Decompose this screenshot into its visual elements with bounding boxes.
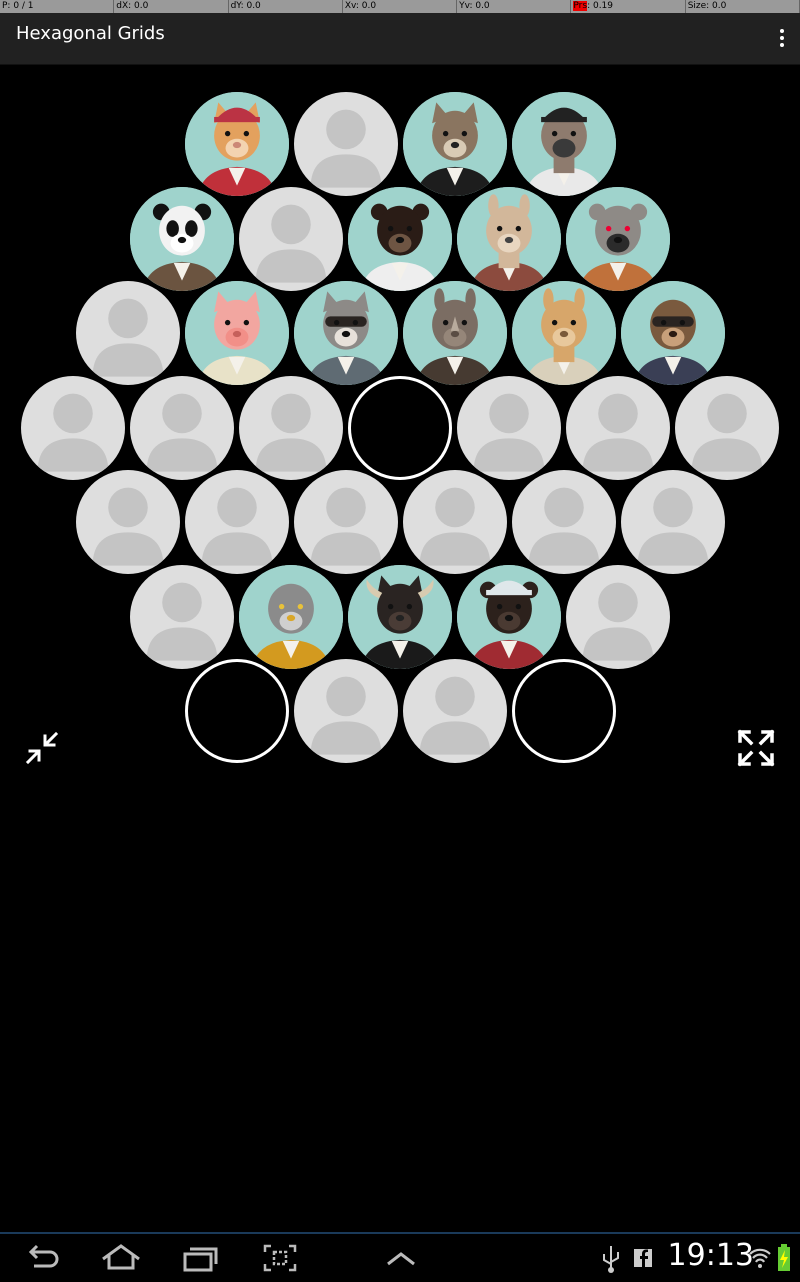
collapse-arrows-icon[interactable] bbox=[20, 726, 64, 770]
cat-portrait-icon bbox=[184, 92, 289, 196]
lemur-portrait-icon bbox=[566, 186, 670, 291]
bull-avatar-cell[interactable] bbox=[348, 564, 452, 669]
debug-yv: Yv: 0.0 bbox=[457, 0, 572, 13]
placeholder-avatar-cell[interactable] bbox=[402, 659, 507, 763]
placeholder-avatar-cell[interactable] bbox=[130, 564, 234, 669]
rhino-avatar-cell[interactable] bbox=[402, 281, 507, 385]
pointer-debug-bar: P: 0 / 1 dX: 0.0 dY: 0.0 Xv: 0.0 Yv: 0.0… bbox=[0, 0, 800, 13]
status-clock: 19:13 bbox=[667, 1238, 754, 1273]
giraffe-portrait-icon bbox=[511, 281, 616, 385]
person-placeholder-icon bbox=[310, 109, 381, 188]
action-bar: Hexagonal Grids bbox=[0, 13, 800, 65]
person-placeholder-icon bbox=[255, 393, 327, 472]
empty-cell[interactable] bbox=[348, 375, 452, 480]
panda-portrait-icon bbox=[130, 186, 234, 291]
debug-pointers: P: 0 / 1 bbox=[0, 0, 115, 13]
usb-icon bbox=[598, 1240, 624, 1276]
debug-pressure-value: : 0.19 bbox=[587, 1, 614, 11]
placeholder-avatar-cell[interactable] bbox=[130, 375, 234, 480]
chevron-up-icon[interactable] bbox=[384, 1240, 418, 1276]
placeholder-avatar-cell[interactable] bbox=[402, 470, 507, 574]
pig-portrait-icon bbox=[184, 281, 289, 385]
person-placeholder-icon bbox=[146, 582, 218, 661]
panda-avatar-cell[interactable] bbox=[130, 186, 234, 291]
lemur-avatar-cell[interactable] bbox=[566, 186, 670, 291]
raccoon-portrait-icon bbox=[293, 281, 398, 385]
placeholder-avatar-cell[interactable] bbox=[75, 470, 180, 574]
person-placeholder-icon bbox=[528, 487, 599, 566]
ostrich-avatar-cell[interactable] bbox=[511, 92, 616, 196]
giraffe-avatar-cell[interactable] bbox=[511, 281, 616, 385]
system-navigation-bar: 19:13 bbox=[0, 1232, 800, 1282]
placeholder-avatar-cell[interactable] bbox=[75, 281, 180, 385]
person-placeholder-icon bbox=[691, 393, 763, 472]
person-placeholder-icon bbox=[310, 487, 381, 566]
expand-arrows-icon[interactable] bbox=[734, 726, 778, 770]
person-placeholder-icon bbox=[255, 204, 327, 283]
sloth-portrait-icon bbox=[620, 281, 725, 385]
overflow-menu-icon[interactable] bbox=[770, 21, 794, 55]
person-placeholder-icon bbox=[92, 298, 163, 377]
person-placeholder-icon bbox=[473, 393, 545, 472]
recent-apps-icon[interactable] bbox=[181, 1240, 219, 1276]
person-placeholder-icon bbox=[201, 487, 272, 566]
placeholder-avatar-cell[interactable] bbox=[293, 470, 398, 574]
placeholder-avatar-cell[interactable] bbox=[620, 470, 725, 574]
placeholder-avatar-cell[interactable] bbox=[566, 375, 670, 480]
debug-pressure-key: Prs bbox=[573, 1, 588, 11]
empty-cell[interactable] bbox=[184, 659, 289, 763]
debug-pressure: Prs: 0.19 bbox=[571, 0, 686, 13]
placeholder-avatar-cell[interactable] bbox=[184, 470, 289, 574]
owl-avatar-cell[interactable] bbox=[239, 564, 343, 669]
debug-dx: dX: 0.0 bbox=[114, 0, 229, 13]
pig-avatar-cell[interactable] bbox=[184, 281, 289, 385]
person-placeholder-icon bbox=[146, 393, 218, 472]
bull-portrait-icon bbox=[348, 564, 452, 669]
sloth-avatar-cell[interactable] bbox=[620, 281, 725, 385]
debug-dy: dY: 0.0 bbox=[229, 0, 343, 13]
cat-avatar-cell[interactable] bbox=[184, 92, 289, 196]
wolf-portrait-icon bbox=[402, 92, 507, 196]
placeholder-avatar-cell[interactable] bbox=[675, 375, 779, 480]
person-placeholder-icon bbox=[37, 393, 109, 472]
person-placeholder-icon bbox=[582, 582, 654, 661]
placeholder-avatar-cell[interactable] bbox=[239, 186, 343, 291]
person-placeholder-icon bbox=[419, 676, 490, 755]
debug-size: Size: 0.0 bbox=[686, 0, 800, 13]
llama-avatar-cell[interactable] bbox=[457, 186, 561, 291]
person-placeholder-icon bbox=[92, 487, 163, 566]
bear-avatar-cell[interactable] bbox=[348, 186, 452, 291]
placeholder-avatar-cell[interactable] bbox=[21, 375, 125, 480]
battery-charging-icon bbox=[776, 1240, 792, 1276]
debug-xv: Xv: 0.0 bbox=[343, 0, 458, 13]
placeholder-avatar-cell[interactable] bbox=[457, 375, 561, 480]
bear-portrait-icon bbox=[348, 186, 452, 291]
home-icon[interactable] bbox=[100, 1240, 142, 1276]
app-title: Hexagonal Grids bbox=[16, 23, 165, 44]
back-icon[interactable] bbox=[22, 1240, 62, 1276]
ostrich-portrait-icon bbox=[511, 92, 616, 196]
wolf-avatar-cell[interactable] bbox=[402, 92, 507, 196]
placeholder-avatar-cell[interactable] bbox=[293, 92, 398, 196]
person-placeholder-icon bbox=[310, 676, 381, 755]
llama-portrait-icon bbox=[457, 186, 561, 291]
person-placeholder-icon bbox=[419, 487, 490, 566]
hexagonal-grid bbox=[0, 64, 800, 784]
owl-portrait-icon bbox=[239, 564, 343, 669]
placeholder-avatar-cell[interactable] bbox=[293, 659, 398, 763]
placeholder-avatar-cell[interactable] bbox=[511, 470, 616, 574]
wifi-icon bbox=[748, 1240, 772, 1276]
person-placeholder-icon bbox=[582, 393, 654, 472]
monkey-avatar-cell[interactable] bbox=[457, 564, 561, 669]
rhino-portrait-icon bbox=[402, 281, 507, 385]
placeholder-avatar-cell[interactable] bbox=[566, 564, 670, 669]
monkey-portrait-icon bbox=[457, 564, 561, 669]
facebook-icon bbox=[632, 1240, 654, 1276]
screenshot-icon[interactable] bbox=[262, 1240, 298, 1276]
placeholder-avatar-cell[interactable] bbox=[239, 375, 343, 480]
person-placeholder-icon bbox=[637, 487, 708, 566]
raccoon-avatar-cell[interactable] bbox=[293, 281, 398, 385]
empty-cell[interactable] bbox=[511, 659, 616, 763]
